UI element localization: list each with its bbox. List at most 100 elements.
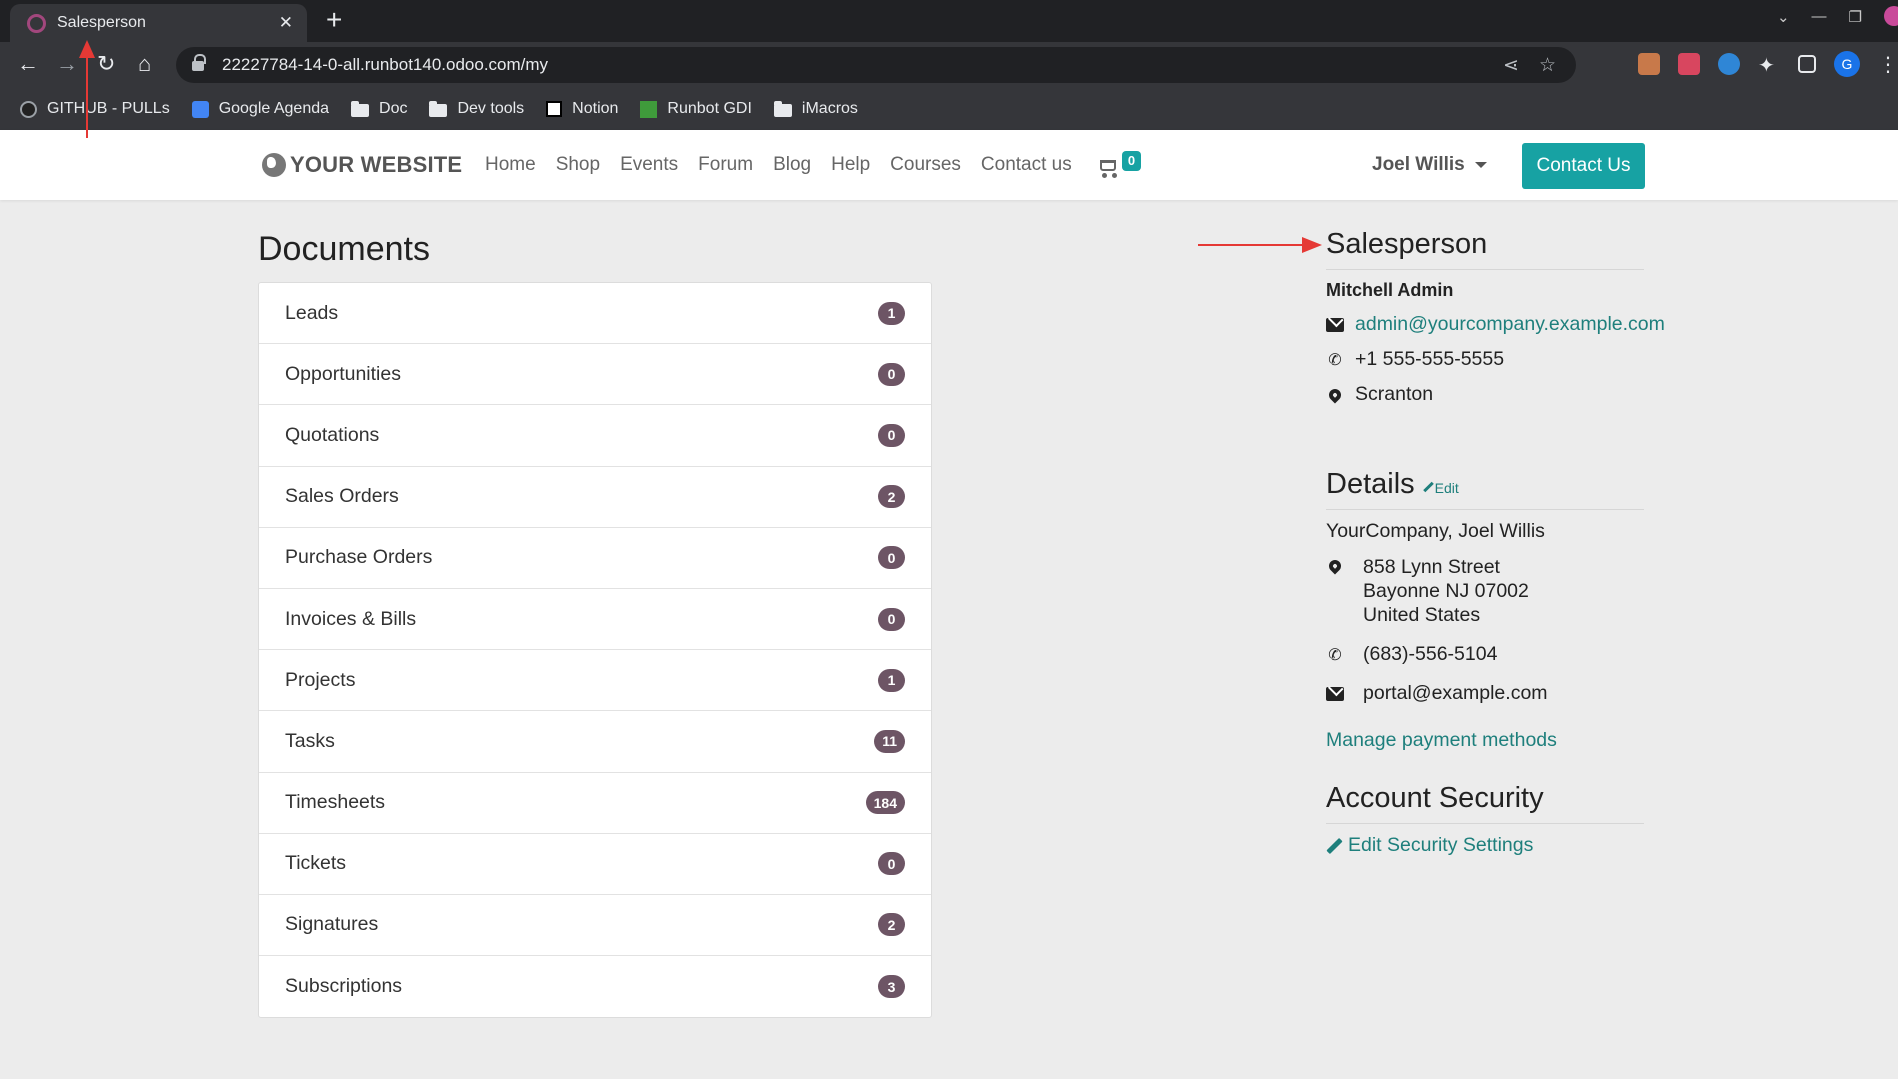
- profile-avatar[interactable]: G: [1834, 51, 1860, 77]
- edit-security-settings-link[interactable]: Edit Security Settings: [1326, 834, 1644, 857]
- extensions-puzzle-icon[interactable]: ✦: [1758, 53, 1780, 77]
- side-panel-icon[interactable]: [1798, 55, 1816, 73]
- extension-spy-icon[interactable]: [1638, 53, 1660, 75]
- menu-contact-us[interactable]: Contact us: [981, 154, 1072, 176]
- document-label: Tasks: [285, 729, 335, 752]
- menu-forum[interactable]: Forum: [698, 154, 753, 176]
- contact-us-button[interactable]: Contact Us: [1522, 143, 1645, 189]
- document-label: Tickets: [285, 852, 347, 875]
- envelope-icon: [1326, 317, 1344, 332]
- document-row-timesheets[interactable]: Timesheets 184: [259, 773, 931, 834]
- document-row-opportunities[interactable]: Opportunities 0: [259, 344, 931, 406]
- extension-globe-icon[interactable]: [1718, 53, 1740, 75]
- url-text[interactable]: 22227784-14-0-all.runbot140.odoo.com/my: [222, 55, 1503, 75]
- document-count-badge: 1: [878, 301, 905, 325]
- user-dropdown[interactable]: Joel Willis: [1372, 154, 1487, 176]
- runbot-icon: [640, 100, 658, 118]
- logo-text: YOUR WEBSITE: [290, 152, 463, 177]
- menu-blog[interactable]: Blog: [773, 154, 811, 176]
- documents-title: Documents: [258, 230, 430, 268]
- bookmarks-bar: GITHUB - PULLs Google Agenda Doc Dev too…: [0, 88, 1898, 130]
- bookmark-label: GITHUB - PULLs: [47, 100, 170, 117]
- site-logo[interactable]: YOUR WEBSITE: [262, 152, 462, 178]
- bookmark-dev-tools[interactable]: Dev tools: [429, 100, 524, 118]
- details-email: portal@example.com: [1363, 682, 1548, 704]
- manage-payment-methods-link[interactable]: Manage payment methods: [1326, 729, 1644, 752]
- document-label: Subscriptions: [285, 975, 403, 998]
- notion-icon: [546, 101, 563, 117]
- menu-help[interactable]: Help: [831, 154, 870, 176]
- document-row-subscriptions[interactable]: Subscriptions 3: [259, 956, 931, 1017]
- salesperson-email-link[interactable]: admin@yourcompany.example.com: [1355, 313, 1665, 336]
- salesperson-city-line: Scranton: [1326, 383, 1644, 406]
- address-bar[interactable]: 22227784-14-0-all.runbot140.odoo.com/my …: [176, 47, 1576, 83]
- edit-security-label: Edit Security Settings: [1348, 834, 1534, 856]
- reload-icon[interactable]: ↻: [97, 52, 115, 76]
- document-label: Projects: [285, 668, 356, 691]
- window-close-icon[interactable]: [1884, 6, 1898, 26]
- share-icon[interactable]: ⋖: [1503, 54, 1519, 77]
- bookmark-doc[interactable]: Doc: [351, 100, 407, 118]
- document-row-leads[interactable]: Leads 1: [259, 283, 931, 345]
- document-row-sales-orders[interactable]: Sales Orders 2: [259, 467, 931, 528]
- document-label: Invoices & Bills: [285, 607, 417, 630]
- tab-search-icon[interactable]: ⌄: [1777, 8, 1790, 26]
- account-security-heading: Account Security: [1326, 782, 1644, 824]
- document-row-tickets[interactable]: Tickets 0: [259, 834, 931, 895]
- extension-badge-icon[interactable]: [1678, 53, 1700, 75]
- bookmark-imacros[interactable]: iMacros: [773, 100, 858, 118]
- document-row-tasks[interactable]: Tasks 11: [259, 711, 931, 773]
- back-icon[interactable]: ←: [17, 52, 39, 76]
- details-company: YourCompany, Joel Willis: [1326, 520, 1545, 542]
- bookmark-label: Google Agenda: [218, 100, 330, 117]
- address-text: 858 Lynn Street Bayonne NJ 07002 United …: [1363, 555, 1529, 627]
- document-count-badge: 184: [865, 791, 905, 815]
- document-row-purchase-orders[interactable]: Purchase Orders 0: [259, 528, 931, 589]
- salesperson-title: Salesperson: [1326, 228, 1488, 260]
- new-tab-button[interactable]: +: [326, 6, 342, 34]
- bookmark-google-agenda[interactable]: Google Agenda: [191, 100, 330, 118]
- bookmark-github[interactable]: GITHUB - PULLs: [20, 100, 170, 118]
- browser-menu-icon[interactable]: ⋮: [1878, 52, 1898, 77]
- document-label: Opportunities: [285, 362, 401, 385]
- account-security-title: Account Security: [1326, 782, 1544, 814]
- site-header: YOUR WEBSITE Home Shop Events Forum Blog…: [0, 130, 1898, 200]
- menu-shop[interactable]: Shop: [556, 154, 600, 176]
- bookmark-notion[interactable]: Notion: [546, 100, 618, 118]
- window-controls: ⌄ — ❐: [1777, 6, 1898, 26]
- document-count-badge: 1: [878, 668, 905, 692]
- close-tab-icon[interactable]: ✕: [279, 13, 293, 33]
- phone-icon: ✆: [1328, 646, 1342, 664]
- document-label: Timesheets: [285, 791, 386, 814]
- folder-icon: [773, 100, 792, 117]
- pencil-icon: [1422, 481, 1434, 493]
- document-count-badge: 3: [878, 975, 905, 999]
- document-row-projects[interactable]: Projects 1: [259, 650, 931, 712]
- menu-courses[interactable]: Courses: [890, 154, 961, 176]
- menu-home[interactable]: Home: [485, 154, 536, 176]
- globe-icon: [262, 153, 286, 177]
- document-count-badge: 0: [878, 423, 905, 447]
- menu-events[interactable]: Events: [620, 154, 678, 176]
- salesperson-phone: +1 555-555-5555: [1355, 348, 1505, 370]
- bookmark-star-icon[interactable]: ☆: [1539, 54, 1556, 77]
- home-icon[interactable]: ⌂: [138, 52, 151, 76]
- cart-button[interactable]: 0: [1098, 151, 1144, 180]
- lock-icon[interactable]: [192, 53, 206, 72]
- document-count-badge: 2: [878, 485, 905, 509]
- document-row-invoices-bills[interactable]: Invoices & Bills 0: [259, 589, 931, 651]
- maximize-icon[interactable]: ❐: [1849, 8, 1862, 26]
- browser-tab-bar: Salesperson ✕ + ⌄ — ❐: [0, 0, 1898, 42]
- document-row-quotations[interactable]: Quotations 0: [259, 405, 931, 467]
- forward-icon[interactable]: →: [56, 52, 78, 76]
- details-edit-link[interactable]: Edit: [1422, 480, 1459, 496]
- map-marker-icon: [1326, 557, 1344, 575]
- document-row-signatures[interactable]: Signatures 2: [259, 895, 931, 957]
- browser-tab[interactable]: Salesperson ✕: [10, 4, 307, 42]
- pencil-icon: [1326, 837, 1343, 854]
- bookmark-runbot[interactable]: Runbot GDI: [640, 100, 752, 118]
- details-phone: (683)-556-5104: [1363, 643, 1498, 665]
- details-email-line: portal@example.com: [1326, 682, 1644, 705]
- tab-title: Salesperson: [57, 14, 146, 31]
- minimize-icon[interactable]: —: [1812, 8, 1827, 26]
